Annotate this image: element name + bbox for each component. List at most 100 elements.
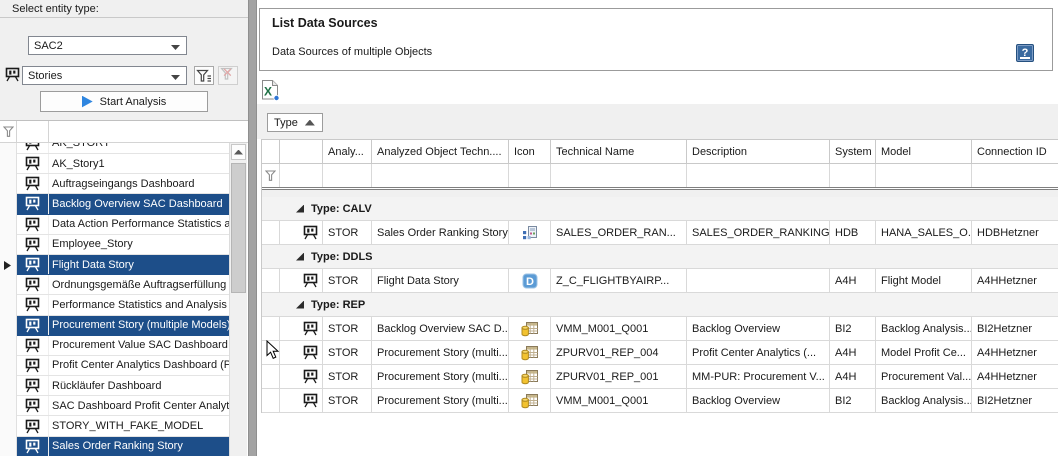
story-list-item[interactable]: Sales Order Ranking Story <box>0 437 229 456</box>
table-row[interactable]: STORProcurement Story (multi...ZPURV01_R… <box>262 365 1058 389</box>
story-list-item[interactable]: Procurement Value SAC Dashboard <box>0 336 229 356</box>
story-list-item-body[interactable]: Ordnungsgemäße Auftragserfüllung <box>17 275 229 295</box>
story-list-item-body[interactable]: Sales Order Ranking Story <box>17 437 229 456</box>
story-icon-cell <box>17 396 49 415</box>
story-list-item[interactable]: Flight Data Story <box>0 255 229 275</box>
group-row[interactable]: Type: CALV <box>262 197 1058 221</box>
table-row[interactable]: STORProcurement Story (multi...VMM_M001_… <box>262 389 1058 413</box>
story-icon <box>302 321 319 336</box>
system-dropdown[interactable]: SAC2 <box>28 36 187 55</box>
grid-filter-cell[interactable] <box>687 164 830 187</box>
filter-button[interactable] <box>194 66 214 85</box>
story-list-item-body[interactable]: Rückläufer Dashboard <box>17 376 229 396</box>
story-list-item[interactable]: Ordnungsgemäße Auftragserfüllung <box>0 275 229 295</box>
filter-funnel-icon <box>0 121 17 142</box>
story-list-filter-text-cell[interactable] <box>49 121 248 142</box>
column-header-description[interactable]: Description <box>687 140 830 164</box>
story-list-filter-icon-cell[interactable] <box>17 121 49 142</box>
table-row[interactable]: STORBacklog Overview SAC D...VMM_M001_Q0… <box>262 317 1058 341</box>
story-list-item-body[interactable]: AK_STORY <box>17 143 229 154</box>
story-list-item[interactable]: Auftragseingangs Dashboard <box>0 174 229 194</box>
grid-filter-cell[interactable] <box>972 164 1058 187</box>
grid-header-row: Analy...Analyzed Object Techn....IconTec… <box>262 140 1058 164</box>
row-indicator-cell <box>262 365 280 389</box>
story-list-item-label: Employee_Story <box>49 238 229 250</box>
column-header-icon[interactable]: Icon <box>509 140 551 164</box>
story-list-item-body[interactable]: Auftragseingangs Dashboard <box>17 174 229 194</box>
group-row[interactable]: Type: DDLS <box>262 245 1058 269</box>
start-analysis-button[interactable]: Start Analysis <box>40 91 208 112</box>
story-list-item-body[interactable]: Profit Center Analytics Dashboard (Pr <box>17 356 229 376</box>
column-header-blank[interactable] <box>262 140 280 164</box>
grid-filter-row[interactable] <box>262 164 1058 187</box>
table-row[interactable]: STORSales Order Ranking StorySALES_ORDER… <box>262 221 1058 245</box>
column-header-technical-name[interactable]: Technical Name <box>551 140 687 164</box>
story-list-item-body[interactable]: Employee_Story <box>17 235 229 255</box>
column-header-model[interactable]: Model <box>876 140 972 164</box>
story-list-item[interactable]: Employee_Story <box>0 235 229 255</box>
story-list-item-label: Profit Center Analytics Dashboard (Pr <box>49 359 229 371</box>
row-indicator-cell <box>0 255 17 275</box>
story-list-item-body[interactable]: Procurement Value SAC Dashboard <box>17 336 229 356</box>
story-icon-cell <box>17 437 49 456</box>
table-row[interactable]: STORProcurement Story (multi...ZPURV01_R… <box>262 341 1058 365</box>
story-list-item[interactable]: AK_STORY <box>0 143 229 154</box>
application-window: Select entity type: SAC2 Stories ✕ Start… <box>0 0 1058 456</box>
story-list-item-body[interactable]: STORY_WITH_FAKE_MODEL <box>17 416 229 436</box>
panel-splitter[interactable] <box>248 0 257 456</box>
grid-filter-cell[interactable] <box>323 164 372 187</box>
group-expanded-icon[interactable] <box>296 253 304 261</box>
object-icon-cell <box>280 341 323 365</box>
story-list-filter-row[interactable] <box>0 121 248 143</box>
grid-filter-cell[interactable] <box>551 164 687 187</box>
page-title: List Data Sources <box>272 16 378 30</box>
story-list-item-body[interactable]: Performance Statistics and Analysis <box>17 295 229 315</box>
column-header-system[interactable]: System <box>830 140 876 164</box>
grid-filter-cell[interactable] <box>509 164 551 187</box>
clear-filter-button[interactable]: ✕ <box>218 66 238 85</box>
grid-filter-cell[interactable] <box>280 164 323 187</box>
group-row[interactable]: Type: REP <box>262 293 1058 317</box>
story-list-item-body[interactable]: Backlog Overview SAC Dashboard <box>17 194 229 214</box>
column-header-connection-id[interactable]: Connection ID <box>972 140 1058 164</box>
grid-filter-cell[interactable] <box>830 164 876 187</box>
story-list-item[interactable]: STORY_WITH_FAKE_MODEL <box>0 416 229 436</box>
column-header-blank[interactable] <box>280 140 323 164</box>
story-list-item[interactable]: Rückläufer Dashboard <box>0 376 229 396</box>
story-list-item[interactable]: Data Action Performance Statistics ar <box>0 215 229 235</box>
group-expanded-icon[interactable] <box>296 205 304 213</box>
story-list-item[interactable]: Performance Statistics and Analysis <box>0 295 229 315</box>
scrollbar-thumb[interactable] <box>231 163 246 293</box>
story-list-item[interactable]: Profit Center Analytics Dashboard (Pr <box>0 356 229 376</box>
story-list-item-label: Data Action Performance Statistics ar <box>49 218 229 230</box>
system-cell: BI2 <box>830 317 876 341</box>
story-list-item[interactable]: Procurement Story (multiple Models) <box>0 316 229 336</box>
story-list-item[interactable]: AK_Story1 <box>0 154 229 174</box>
grid-filter-cell[interactable] <box>876 164 972 187</box>
datasource-icon-cell <box>509 341 551 365</box>
table-row[interactable]: STORFlight Data StoryDZ_C_FLIGHTBYAIRP..… <box>262 269 1058 293</box>
scroll-up-button[interactable] <box>231 144 246 160</box>
story-list-item[interactable]: Backlog Overview SAC Dashboard <box>0 194 229 214</box>
story-icon-cell <box>17 316 49 335</box>
grid-filter-cell[interactable] <box>372 164 509 187</box>
datasource-icon-cell: D <box>509 269 551 293</box>
group-by-type-chip[interactable]: Type <box>267 113 323 132</box>
help-icon[interactable]: ? <box>1016 44 1034 62</box>
export-excel-button[interactable]: X <box>260 79 282 101</box>
group-expanded-icon[interactable] <box>296 301 304 309</box>
vertical-scrollbar[interactable] <box>229 143 247 456</box>
entity-type-dropdown[interactable]: Stories <box>22 66 187 85</box>
story-list-item-body[interactable]: AK_Story1 <box>17 154 229 174</box>
story-list-item-body[interactable]: Data Action Performance Statistics ar <box>17 215 229 235</box>
story-list-item-body[interactable]: Procurement Story (multiple Models) <box>17 316 229 336</box>
column-header-analyzed-object-techn[interactable]: Analyzed Object Techn.... <box>372 140 509 164</box>
analyzed-type-cell: STOR <box>323 221 372 245</box>
story-icon-cell <box>17 154 49 173</box>
start-analysis-label: Start Analysis <box>100 96 167 108</box>
column-header-analy[interactable]: Analy... <box>323 140 372 164</box>
story-list-item-body[interactable]: SAC Dashboard Profit Center Analytic <box>17 396 229 416</box>
story-list-item-body[interactable]: Flight Data Story <box>17 255 229 275</box>
group-row-label: Type: REP <box>311 299 365 311</box>
story-list-item[interactable]: SAC Dashboard Profit Center Analytic <box>0 396 229 416</box>
